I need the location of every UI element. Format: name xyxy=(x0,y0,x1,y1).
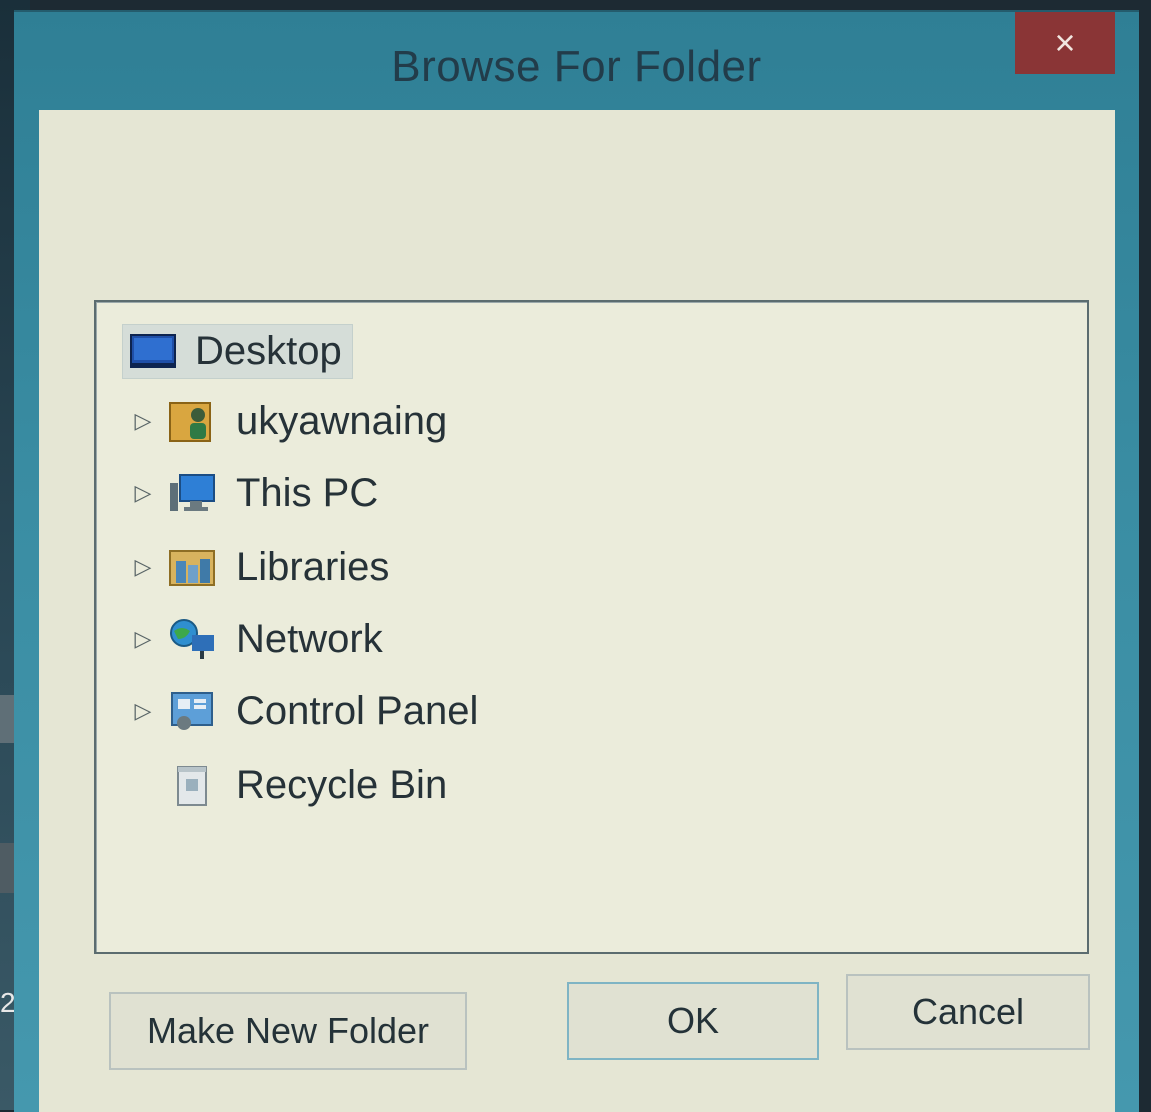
close-button[interactable]: × xyxy=(1015,12,1115,74)
tree-item-label: Network xyxy=(236,616,383,661)
tree-item-control-panel[interactable]: ▷ Control Panel xyxy=(132,682,479,740)
dialog-client-area: Desktop ▷ ukyawnaing ▷ This PC ▷ Librari… xyxy=(39,110,1115,1112)
tree-item-desktop[interactable]: Desktop xyxy=(122,322,353,380)
tree-item-label: Desktop xyxy=(195,328,342,373)
desktop-icon xyxy=(129,329,177,373)
tree-item-label: This PC xyxy=(236,470,379,515)
control-panel-icon xyxy=(168,689,216,733)
tree-item-network[interactable]: ▷ Network xyxy=(132,610,383,668)
tree-item-label: Recycle Bin xyxy=(236,762,448,807)
expand-arrow-icon[interactable]: ▷ xyxy=(132,480,154,506)
computer-icon xyxy=(168,471,216,515)
expand-arrow-icon[interactable]: ▷ xyxy=(132,626,154,652)
dialog-title: Browse For Folder xyxy=(391,42,762,91)
tree-item-label: Control Panel xyxy=(236,688,479,733)
expand-arrow-icon[interactable]: ▷ xyxy=(132,698,154,724)
selection-highlight: Desktop xyxy=(122,323,353,379)
cancel-button[interactable]: Cancel xyxy=(846,974,1090,1050)
tree-item-recycle-bin[interactable]: Recycle Bin xyxy=(168,756,447,814)
expand-arrow-icon[interactable]: ▷ xyxy=(132,554,154,580)
libraries-icon xyxy=(168,545,216,589)
tree-item-this-pc[interactable]: ▷ This PC xyxy=(132,464,379,522)
make-new-folder-button[interactable]: Make New Folder xyxy=(109,992,467,1070)
user-folder-icon xyxy=(168,399,216,443)
folder-tree[interactable]: Desktop ▷ ukyawnaing ▷ This PC ▷ Librari… xyxy=(94,300,1089,954)
browse-for-folder-dialog: Browse For Folder × Desktop ▷ ukyawnaing xyxy=(14,10,1139,1112)
recycle-bin-icon xyxy=(168,763,216,807)
expand-arrow-icon[interactable]: ▷ xyxy=(132,408,154,434)
tree-item-ukyawnaing[interactable]: ▷ ukyawnaing xyxy=(132,392,448,450)
tree-item-label: Libraries xyxy=(236,544,390,589)
tree-item-label: ukyawnaing xyxy=(236,398,448,443)
ok-button[interactable]: OK xyxy=(567,982,819,1060)
network-icon xyxy=(168,617,216,661)
tree-item-libraries[interactable]: ▷ Libraries xyxy=(132,538,390,596)
